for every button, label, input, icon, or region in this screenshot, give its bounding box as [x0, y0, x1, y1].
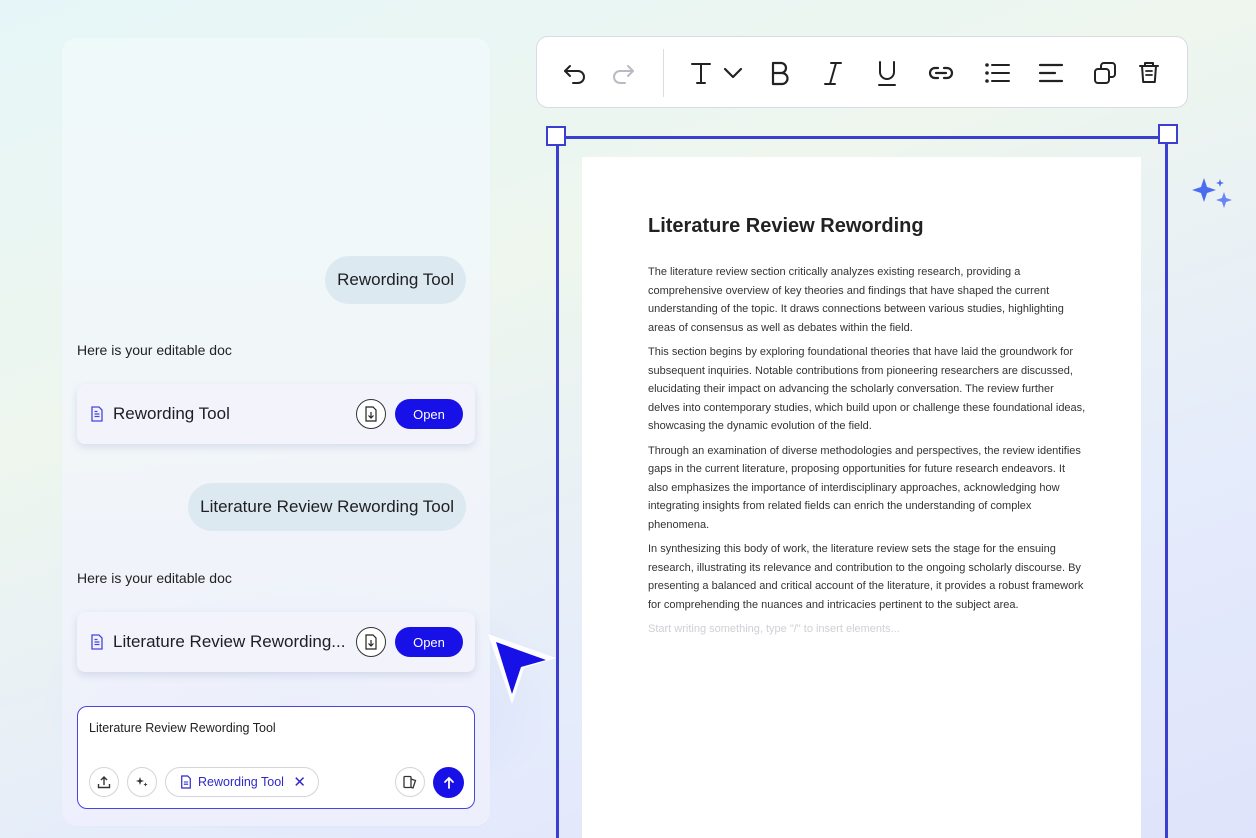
- tool-tag-label: Rewording Tool: [198, 775, 284, 789]
- bullet-list-icon: [985, 63, 1010, 83]
- delete-button[interactable]: [1135, 59, 1163, 87]
- chat-input-text[interactable]: Literature Review Rewording Tool: [89, 721, 276, 735]
- document-placeholder[interactable]: Start writing something, type "/" to ins…: [648, 620, 1088, 639]
- document-title[interactable]: Literature Review Rewording: [648, 215, 924, 238]
- underline-icon: [878, 61, 896, 86]
- user-message-text: Rewording Tool: [337, 270, 454, 289]
- document-icon: [89, 406, 105, 422]
- open-button[interactable]: Open: [395, 399, 463, 429]
- assistant-caption: Here is your editable doc: [77, 570, 232, 586]
- resize-handle-top-right[interactable]: [1158, 124, 1178, 144]
- pointer-cursor-icon: [488, 634, 556, 704]
- close-icon[interactable]: ✕: [293, 773, 306, 791]
- tool-tag-chip[interactable]: Rewording Tool ✕: [165, 767, 319, 797]
- user-message-text: Literature Review Rewording Tool: [200, 497, 454, 516]
- undo-button[interactable]: [561, 59, 589, 87]
- template-icon: [403, 775, 417, 789]
- bullet-list-button[interactable]: [983, 59, 1011, 87]
- doc-card[interactable]: Rewording Tool Open: [77, 384, 475, 444]
- document-paragraph[interactable]: Through an examination of diverse method…: [648, 442, 1088, 535]
- sparkle-icon: [136, 777, 148, 787]
- redo-icon: [613, 65, 634, 84]
- bold-icon: [771, 61, 789, 86]
- undo-icon: [564, 65, 585, 84]
- chat-panel: Rewording Tool Here is your editable doc…: [62, 38, 490, 826]
- upload-icon: [97, 776, 111, 789]
- text-style-button[interactable]: [687, 59, 715, 87]
- bold-button[interactable]: [765, 59, 793, 87]
- duplicate-icon: [1094, 62, 1116, 84]
- link-button[interactable]: [927, 59, 955, 87]
- download-icon: [365, 406, 377, 422]
- chevron-down-icon: [723, 67, 743, 79]
- align-button[interactable]: [1037, 59, 1065, 87]
- link-icon: [928, 66, 954, 80]
- magic-button[interactable]: [127, 767, 157, 797]
- user-message-bubble: Rewording Tool: [325, 256, 466, 304]
- sparkle-icon: [1192, 178, 1232, 208]
- send-button[interactable]: [433, 767, 464, 798]
- doc-card-title: Literature Review Rewording...: [113, 632, 346, 651]
- text-style-dropdown[interactable]: [719, 59, 747, 87]
- underline-button[interactable]: [873, 59, 901, 87]
- duplicate-button[interactable]: [1091, 59, 1119, 87]
- chat-input[interactable]: Literature Review Rewording Tool Rewordi…: [77, 706, 475, 809]
- upload-button[interactable]: [89, 767, 119, 797]
- download-button[interactable]: [356, 627, 386, 657]
- document-body[interactable]: The literature review section critically…: [648, 263, 1088, 645]
- arrow-up-icon: [443, 776, 454, 789]
- resize-handle-top-left[interactable]: [546, 126, 566, 146]
- document-icon: [181, 775, 191, 789]
- doc-card-title: Rewording Tool: [113, 404, 230, 423]
- editor-toolbar: [536, 36, 1188, 108]
- assistant-caption: Here is your editable doc: [77, 342, 232, 358]
- user-message-bubble: Literature Review Rewording Tool: [188, 483, 466, 531]
- italic-button[interactable]: [819, 59, 847, 87]
- download-icon: [365, 634, 377, 650]
- open-button[interactable]: Open: [395, 627, 463, 657]
- document-paragraph[interactable]: This section begins by exploring foundat…: [648, 343, 1088, 436]
- document-paragraph[interactable]: In synthesizing this body of work, the l…: [648, 540, 1088, 614]
- italic-icon: [824, 62, 842, 85]
- document-page[interactable]: Literature Review Rewording The literatu…: [582, 157, 1141, 838]
- template-button[interactable]: [395, 767, 425, 797]
- text-style-icon: [691, 63, 711, 84]
- document-icon: [89, 634, 105, 650]
- download-button[interactable]: [356, 399, 386, 429]
- toolbar-divider: [663, 49, 664, 97]
- doc-card[interactable]: Literature Review Rewording... Open: [77, 612, 475, 672]
- delete-icon: [1139, 62, 1159, 83]
- align-left-icon: [1038, 63, 1064, 83]
- document-paragraph[interactable]: The literature review section critically…: [648, 263, 1088, 337]
- redo-button[interactable]: [609, 59, 637, 87]
